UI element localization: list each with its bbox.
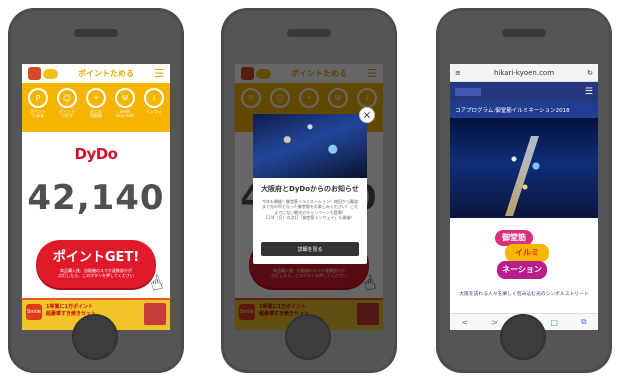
phone-3: ≡ hikari-kyoen.com ↻ ☰ コアプログラム:御堂筋イルミネーシ… (436, 8, 612, 373)
reload-icon[interactable]: ↻ (587, 69, 593, 77)
phone-1: ポイントためる ☰ P ポイント ためる ☺ ポイント つかう ⌖ 近くの 自販… (8, 8, 184, 373)
back-icon[interactable]: < (461, 318, 468, 327)
modal-title: 大阪府とDyDoからのお知らせ (261, 185, 359, 193)
modal-image (253, 114, 367, 178)
point-get-button[interactable]: ポイントGET! 商品購入後、自販機のスマホ連携部分が 点灯したら、このボタンを… (36, 240, 165, 296)
map-icon: ⌖ (86, 88, 106, 108)
header-title: ポイントためる (78, 69, 135, 78)
nav-label: ポイント ためる (30, 109, 46, 119)
home-button[interactable] (500, 314, 546, 360)
brand-logo: DyDo (74, 145, 119, 163)
browser-address-bar: ≡ hikari-kyoen.com ↻ (450, 64, 598, 82)
info-icon: i (144, 88, 164, 108)
nav-label: インフォ (146, 109, 162, 114)
nav-item-gourmet[interactable]: Ψ Smile Gourmet (113, 88, 137, 128)
program-title: コアプログラム:御堂筋イルミネーション2018 (450, 102, 598, 118)
banner-image (144, 303, 166, 325)
fork-icon: Ψ (115, 88, 135, 108)
nav-item-vending[interactable]: ⌖ 近くの 自販機 (84, 88, 108, 128)
close-icon[interactable]: × (359, 107, 375, 123)
nav-item-points[interactable]: P ポイント ためる (26, 88, 50, 128)
home-button[interactable] (72, 314, 118, 360)
detail-button[interactable]: 詳細を見る (261, 242, 359, 256)
event-logo: 御堂筋 イルミ ネーション (495, 230, 553, 282)
logo-line-2: イルミ (505, 244, 549, 262)
nav-label: ポイント つかう (59, 109, 75, 119)
speaker (74, 29, 118, 37)
nav-item-use[interactable]: ☺ ポイント つかう (55, 88, 79, 128)
site-header: ☰ (450, 82, 598, 102)
speaker (287, 29, 331, 37)
modal-body: 今年も開催！御堂筋イルミネーション！梅田から難波 まで光の列となった御堂筋をお楽… (262, 199, 358, 221)
app-logo (28, 67, 58, 80)
speaker (502, 29, 546, 37)
nav-item-info[interactable]: i インフォ (142, 88, 166, 128)
tabs-icon[interactable]: ⧉ (581, 317, 587, 327)
screen: ポイントためる ☰ P ☺ ⌖ Ψ i DyDo 42,140 ポイントGET!… (235, 64, 383, 330)
site-logo[interactable] (455, 88, 481, 96)
url-text[interactable]: hikari-kyoen.com (494, 69, 554, 77)
forward-icon[interactable]: > (491, 318, 498, 327)
hand-pointer-icon: ☝ (146, 269, 166, 297)
logo-badge (43, 68, 58, 79)
logo-line-3: ネーション (497, 261, 547, 279)
app-header: ポイントためる ☰ (22, 64, 170, 84)
screen: ポイントためる ☰ P ポイント ためる ☺ ポイント つかう ⌖ 近くの 自販… (22, 64, 170, 330)
hamburger-icon[interactable]: ☰ (585, 87, 593, 97)
hero-image (450, 118, 598, 218)
bookmark-icon[interactable]: □ (550, 318, 558, 327)
hamburger-icon[interactable]: ☰ (154, 68, 164, 79)
home-button[interactable] (285, 314, 331, 360)
screen: ≡ hikari-kyoen.com ↻ ☰ コアプログラム:御堂筋イルミネーシ… (450, 64, 598, 330)
point-total: 42,140 (27, 178, 165, 218)
point-icon: P (28, 88, 48, 108)
nav-label: 近くの 自販機 (90, 109, 102, 119)
nav-bar: P ポイント ためる ☺ ポイント つかう ⌖ 近くの 自販機 Ψ Smile … (22, 84, 170, 132)
logo-mascot (28, 67, 41, 80)
point-get-subtitle: 商品購入後、自販機のスマホ連携部分が 点灯したら、このボタンを押してください (58, 268, 134, 279)
point-get-title: ポイントGET! (52, 250, 140, 265)
hamburger-icon[interactable]: ≡ (455, 69, 461, 77)
banner-badge: Smile (26, 304, 42, 320)
site-bottom-text: 大阪を訪れる人々を楽しく包み込む光のシンボルストリート (459, 292, 589, 297)
smile-icon: ☺ (57, 88, 77, 108)
notice-modal: 大阪府とDyDoからのお知らせ 今年も開催！御堂筋イルミネーション！梅田から難波… (253, 107, 375, 264)
phone-2: ポイントためる ☰ P ☺ ⌖ Ψ i DyDo 42,140 ポイントGET!… (221, 8, 397, 373)
nav-label: Smile Gourmet (116, 109, 134, 119)
